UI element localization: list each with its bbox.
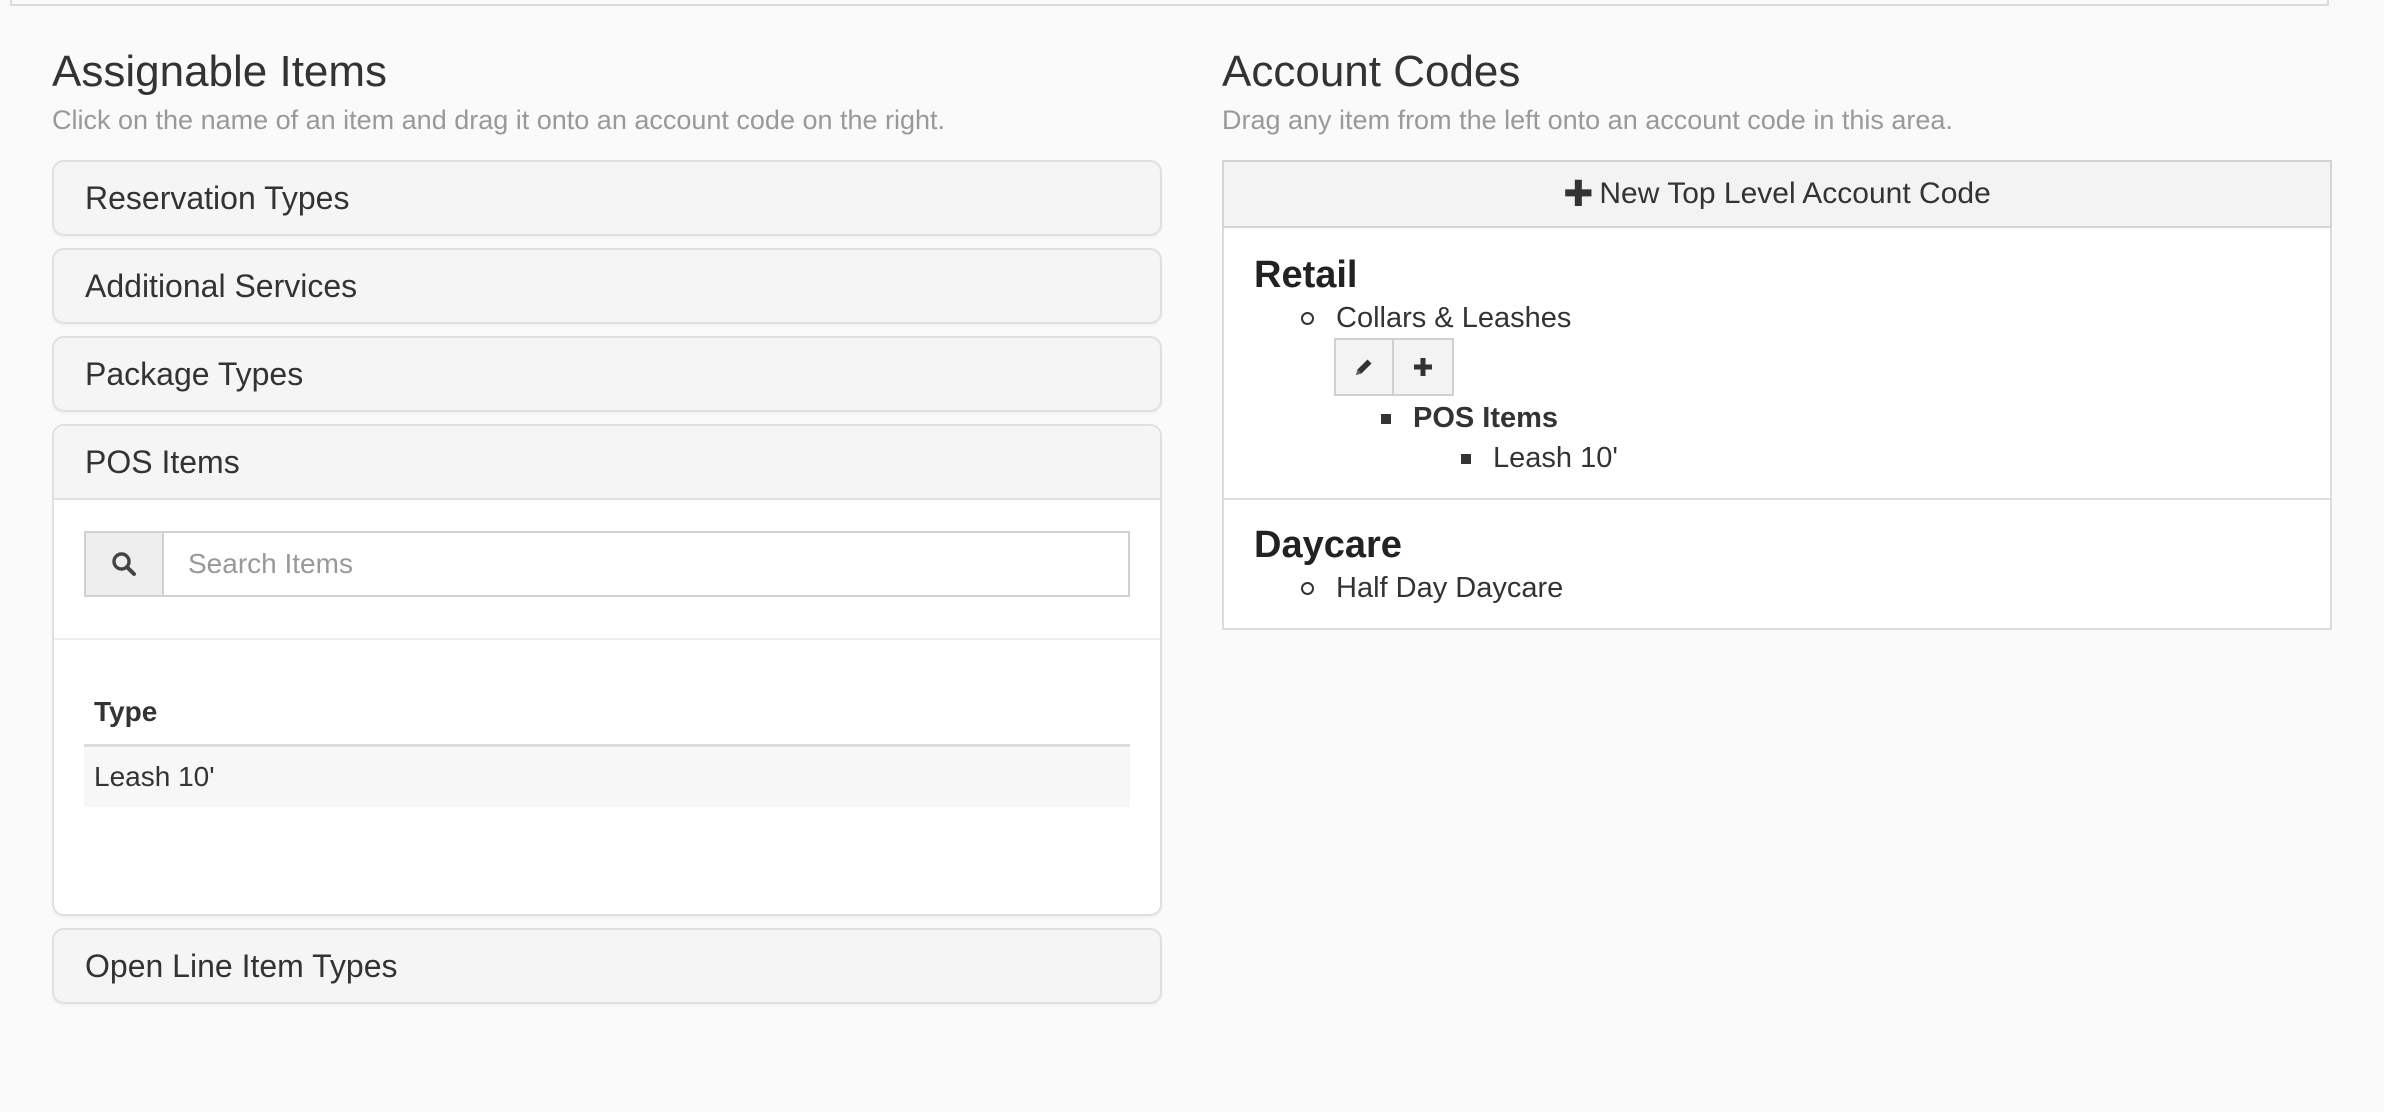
account-code-title: Retail: [1254, 254, 1358, 296]
circle-bullet-icon: [1301, 312, 1314, 325]
panel-heading-reservation-types[interactable]: Reservation Types: [54, 162, 1160, 234]
items-table: Type Leash 10': [84, 678, 1130, 807]
panel-reservation-types: Reservation Types: [52, 160, 1162, 236]
plus-icon: [1414, 358, 1432, 376]
account-code-item-label: Collars & Leashes: [1336, 302, 1572, 334]
table-header-row: Type: [84, 678, 1130, 747]
body-divider: [54, 638, 1160, 640]
square-bullet-icon: [1381, 413, 1391, 424]
account-codes-subtitle: Drag any item from the left onto an acco…: [1222, 105, 1953, 135]
account-code-retail[interactable]: Retail Collars & Leashes POS Items Leash…: [1224, 228, 2330, 500]
panel-additional-services: Additional Services: [52, 248, 1162, 324]
list-item[interactable]: Leash 10': [1461, 442, 1618, 475]
assignable-items-subtitle: Click on the name of an item and drag it…: [52, 105, 946, 135]
search-icon: [86, 533, 164, 595]
search-group: [84, 531, 1130, 597]
search-input[interactable]: [164, 533, 1128, 595]
subitem-label: Leash 10': [1493, 442, 1618, 474]
table-row[interactable]: Leash 10': [84, 745, 1130, 807]
list-item[interactable]: Half Day Daycare: [1301, 572, 1563, 605]
subgroup-label: POS Items: [1413, 402, 1559, 434]
circle-bullet-icon: [1301, 582, 1314, 595]
panel-heading-package-types[interactable]: Package Types: [54, 338, 1160, 410]
account-codes-section: Account Codes Drag any item from the lef…: [1222, 44, 2332, 630]
panel-heading-additional-services[interactable]: Additional Services: [54, 250, 1160, 322]
square-bullet-icon: [1461, 453, 1471, 464]
plus-icon: ✚: [1563, 173, 1594, 214]
item-name-cell[interactable]: Leash 10': [84, 745, 1130, 807]
list-item[interactable]: POS Items: [1381, 402, 1558, 435]
panel-open-line-item-types: Open Line Item Types: [52, 928, 1162, 1004]
account-codes-list: Retail Collars & Leashes POS Items Leash…: [1222, 228, 2332, 630]
item-actions: [1334, 338, 1454, 396]
account-code-daycare[interactable]: Daycare Half Day Daycare: [1224, 500, 2330, 628]
account-code-item-label: Half Day Daycare: [1336, 572, 1564, 604]
page: Assignable Items Click on the name of an…: [0, 0, 2384, 1112]
edit-button[interactable]: [1334, 338, 1394, 396]
add-child-button[interactable]: [1394, 338, 1454, 396]
new-top-level-account-code-button[interactable]: ✚ New Top Level Account Code: [1222, 160, 2332, 228]
account-codes-title: Account Codes: [1222, 47, 1521, 96]
assignable-items-section: Assignable Items Click on the name of an…: [52, 44, 1162, 1016]
new-code-button-label: New Top Level Account Code: [1599, 177, 1991, 210]
pos-items-body: Type Leash 10': [54, 500, 1160, 914]
account-code-title: Daycare: [1254, 524, 1402, 566]
panel-package-types: Package Types: [52, 336, 1162, 412]
items-accordion: Reservation Types Additional Services Pa…: [52, 160, 1162, 1004]
panel-heading-pos-items[interactable]: POS Items: [54, 426, 1160, 500]
assignable-items-title: Assignable Items: [52, 47, 388, 96]
pencil-icon: [1356, 359, 1372, 375]
panel-heading-open-line-item-types[interactable]: Open Line Item Types: [54, 930, 1160, 1002]
column-header-type: Type: [84, 678, 1130, 747]
top-divider: [10, 0, 2329, 6]
list-item[interactable]: Collars & Leashes: [1301, 302, 1571, 335]
panel-pos-items: POS Items Search Items Type Leash 10': [52, 424, 1162, 916]
